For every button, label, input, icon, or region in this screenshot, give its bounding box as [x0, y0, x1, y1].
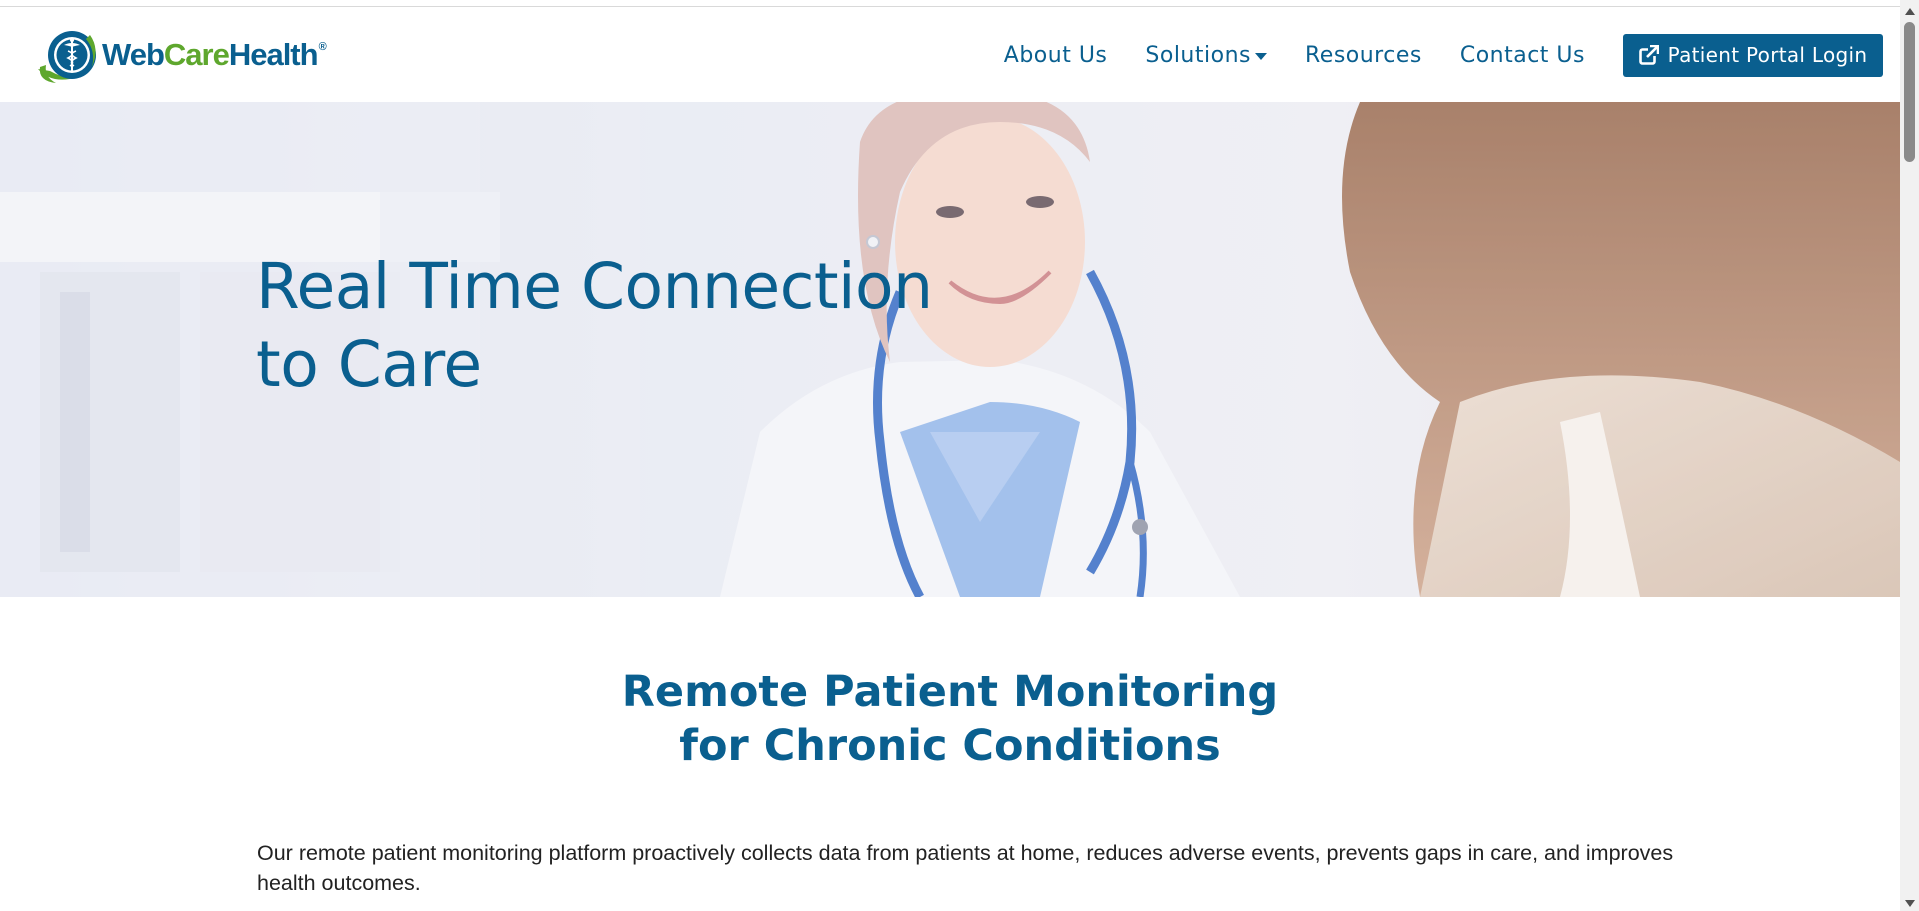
- caduceus-logo-icon: [34, 25, 102, 85]
- section-heading-line-1: Remote Patient Monitoring: [621, 667, 1279, 717]
- nav-resources[interactable]: Resources: [1305, 43, 1422, 68]
- nav-solutions[interactable]: Solutions: [1145, 43, 1267, 68]
- section-heading: Remote Patient Monitoring for Chronic Co…: [0, 665, 1900, 773]
- section-heading-line-2: for Chronic Conditions: [679, 721, 1221, 771]
- scroll-thumb[interactable]: [1904, 22, 1915, 162]
- brand-name-web: Web: [102, 37, 165, 72]
- browser-top-edge: [0, 0, 1900, 7]
- brand-name-care: Care: [163, 37, 230, 72]
- site-header: Web Care Health ® About Us Solutions Resour…: [0, 7, 1900, 102]
- external-link-icon: [1638, 45, 1659, 65]
- brand-wordmark: Web Care Health ®: [102, 37, 327, 73]
- main-navigation: About Us Solutions Resources Contact Us …: [1004, 33, 1900, 77]
- hero-heading: Real Time Connection to Care: [256, 248, 933, 404]
- scroll-down-arrow-icon[interactable]: [1905, 900, 1915, 907]
- section-description: Our remote patient monitoring platform p…: [257, 841, 1674, 895]
- brand-name-health: Health: [228, 37, 319, 72]
- hero-heading-line-1: Real Time Connection: [256, 250, 933, 323]
- registered-mark: ®: [318, 41, 327, 53]
- page-scrollbar[interactable]: [1900, 0, 1919, 911]
- caret-down-icon: [1254, 52, 1267, 60]
- site-logo[interactable]: Web Care Health ®: [34, 25, 327, 85]
- nav-contact-us[interactable]: Contact Us: [1460, 43, 1585, 68]
- hero-banner: Real Time Connection to Care: [0, 102, 1900, 597]
- portal-button-label: Patient Portal Login: [1667, 43, 1868, 67]
- nav-solutions-label: Solutions: [1145, 42, 1251, 68]
- patient-portal-login-button[interactable]: Patient Portal Login: [1623, 33, 1883, 77]
- scroll-up-arrow-icon[interactable]: [1905, 8, 1915, 15]
- hero-heading-line-2: to Care: [256, 328, 482, 401]
- nav-about-us[interactable]: About Us: [1004, 43, 1108, 68]
